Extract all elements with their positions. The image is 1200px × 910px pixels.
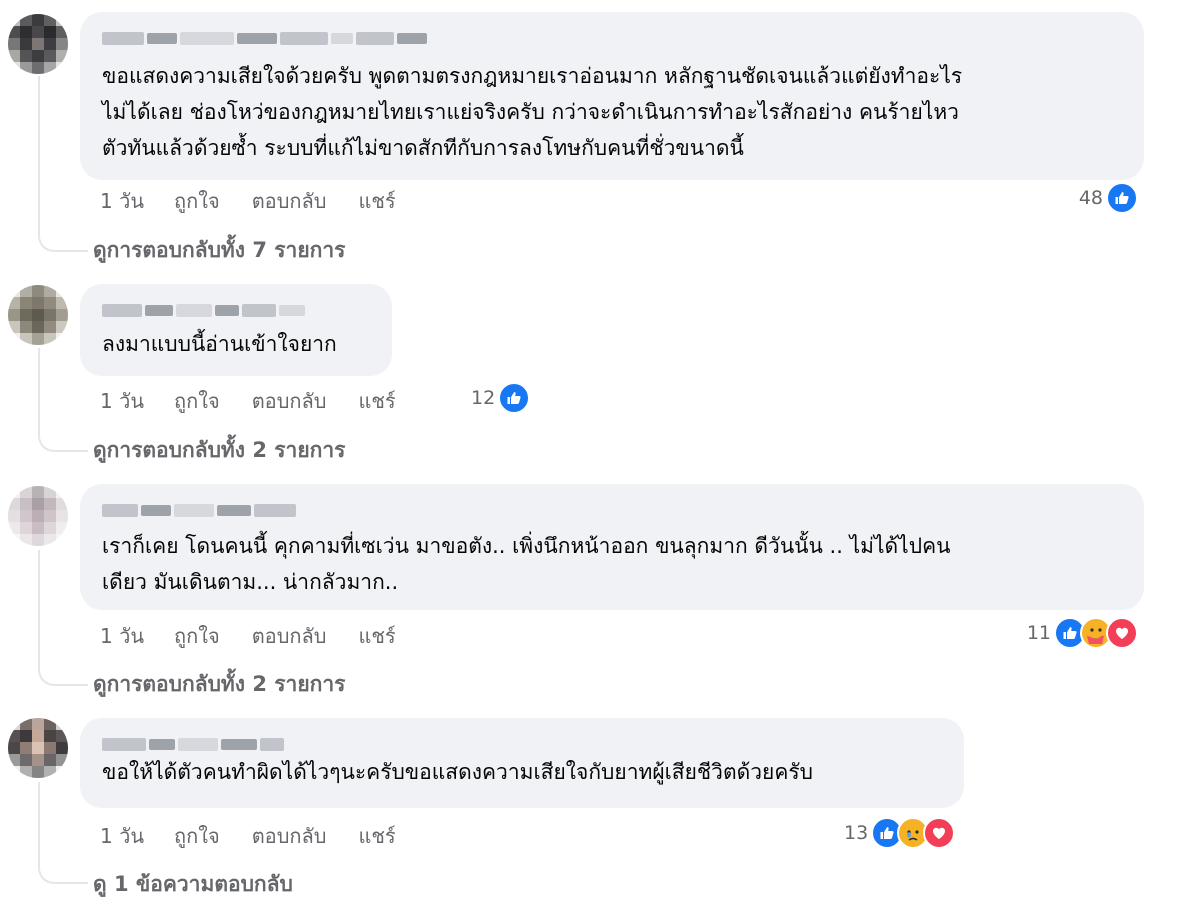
reply-button[interactable]: ตอบกลับ [252, 820, 327, 852]
comment-text: ลงมาแบบนี้อ่านเข้าใจยาก [102, 332, 337, 356]
reply-button[interactable]: ตอบกลับ [252, 385, 327, 417]
commenter-name[interactable] [102, 302, 370, 318]
view-replies-link[interactable]: ดู 1 ข้อความตอบกลับ [93, 868, 293, 901]
avatar[interactable] [8, 486, 68, 546]
reaction-count: 11 [1026, 622, 1051, 644]
comment-bubble: ลงมาแบบนี้อ่านเข้าใจยาก [80, 284, 392, 376]
reaction-count: 13 [844, 822, 869, 844]
commenter-name[interactable] [102, 736, 942, 752]
share-button[interactable]: แชร์ [358, 820, 395, 852]
thread-line [38, 782, 40, 864]
thread-connector [38, 432, 88, 452]
reply-button[interactable]: ตอบกลับ [252, 620, 327, 652]
comment-time[interactable]: 1 วัน [100, 385, 144, 417]
reaction-count: 48 [1078, 187, 1103, 209]
reaction-summary[interactable]: 13 [844, 817, 956, 849]
thread-line [38, 550, 40, 666]
comment-actions: 1 วัน ถูกใจ ตอบกลับ แชร์ [100, 185, 428, 217]
like-icon [1106, 182, 1138, 214]
comment-actions: 1 วัน ถูกใจ ตอบกลับ แชร์ [100, 620, 428, 652]
commenter-name[interactable] [102, 502, 1122, 518]
comment-actions: 1 วัน ถูกใจ ตอบกลับ แชร์ [100, 385, 428, 417]
share-button[interactable]: แชร์ [358, 385, 395, 417]
love-icon [1106, 617, 1138, 649]
like-button[interactable]: ถูกใจ [174, 185, 220, 217]
avatar[interactable] [8, 14, 68, 74]
like-button[interactable]: ถูกใจ [174, 385, 220, 417]
view-replies-link[interactable]: ดูการตอบกลับทั้ง 7 รายการ [93, 234, 345, 267]
view-replies-link[interactable]: ดูการตอบกลับทั้ง 2 รายการ [93, 668, 345, 701]
commenter-name[interactable] [102, 30, 1122, 46]
share-button[interactable]: แชร์ [358, 185, 395, 217]
comment-actions: 1 วัน ถูกใจ ตอบกลับ แชร์ [100, 820, 428, 852]
comment-time[interactable]: 1 วัน [100, 185, 144, 217]
comment-time[interactable]: 1 วัน [100, 820, 144, 852]
avatar[interactable] [8, 285, 68, 345]
thread-line [38, 348, 40, 432]
comment-text: เราก็เคย โดนคนนี้ คุกคามที่เซเว่น มาขอตั… [102, 534, 951, 594]
comment-bubble: ขอให้ได้ตัวคนทำผิดได้ไวๆนะครับขอแสดงความ… [80, 718, 964, 808]
view-replies-link[interactable]: ดูการตอบกลับทั้ง 2 รายการ [93, 434, 345, 467]
reply-button[interactable]: ตอบกลับ [252, 185, 327, 217]
comment-time[interactable]: 1 วัน [100, 620, 144, 652]
reaction-count: 12 [471, 387, 496, 409]
comment-text: ขอแสดงความเสียใจด้วยครับ พูดตามตรงกฎหมาย… [102, 64, 963, 160]
reaction-summary[interactable]: 11 [1027, 617, 1138, 649]
comment-bubble: เราก็เคย โดนคนนี้ คุกคามที่เซเว่น มาขอตั… [80, 484, 1144, 610]
comment-bubble: ขอแสดงความเสียใจด้วยครับ พูดตามตรงกฎหมาย… [80, 12, 1144, 180]
reaction-summary[interactable]: 12 [471, 382, 531, 414]
love-icon [923, 817, 956, 849]
thread-connector [38, 232, 88, 252]
share-button[interactable]: แชร์ [358, 620, 395, 652]
like-icon [498, 382, 531, 414]
reaction-summary[interactable]: 48 [1079, 182, 1138, 214]
thread-connector [38, 666, 88, 686]
like-button[interactable]: ถูกใจ [174, 820, 220, 852]
thread-connector [38, 864, 88, 884]
avatar[interactable] [8, 718, 68, 778]
like-button[interactable]: ถูกใจ [174, 620, 220, 652]
thread-line [38, 76, 40, 232]
comment-text: ขอให้ได้ตัวคนทำผิดได้ไวๆนะครับขอแสดงความ… [102, 760, 814, 784]
